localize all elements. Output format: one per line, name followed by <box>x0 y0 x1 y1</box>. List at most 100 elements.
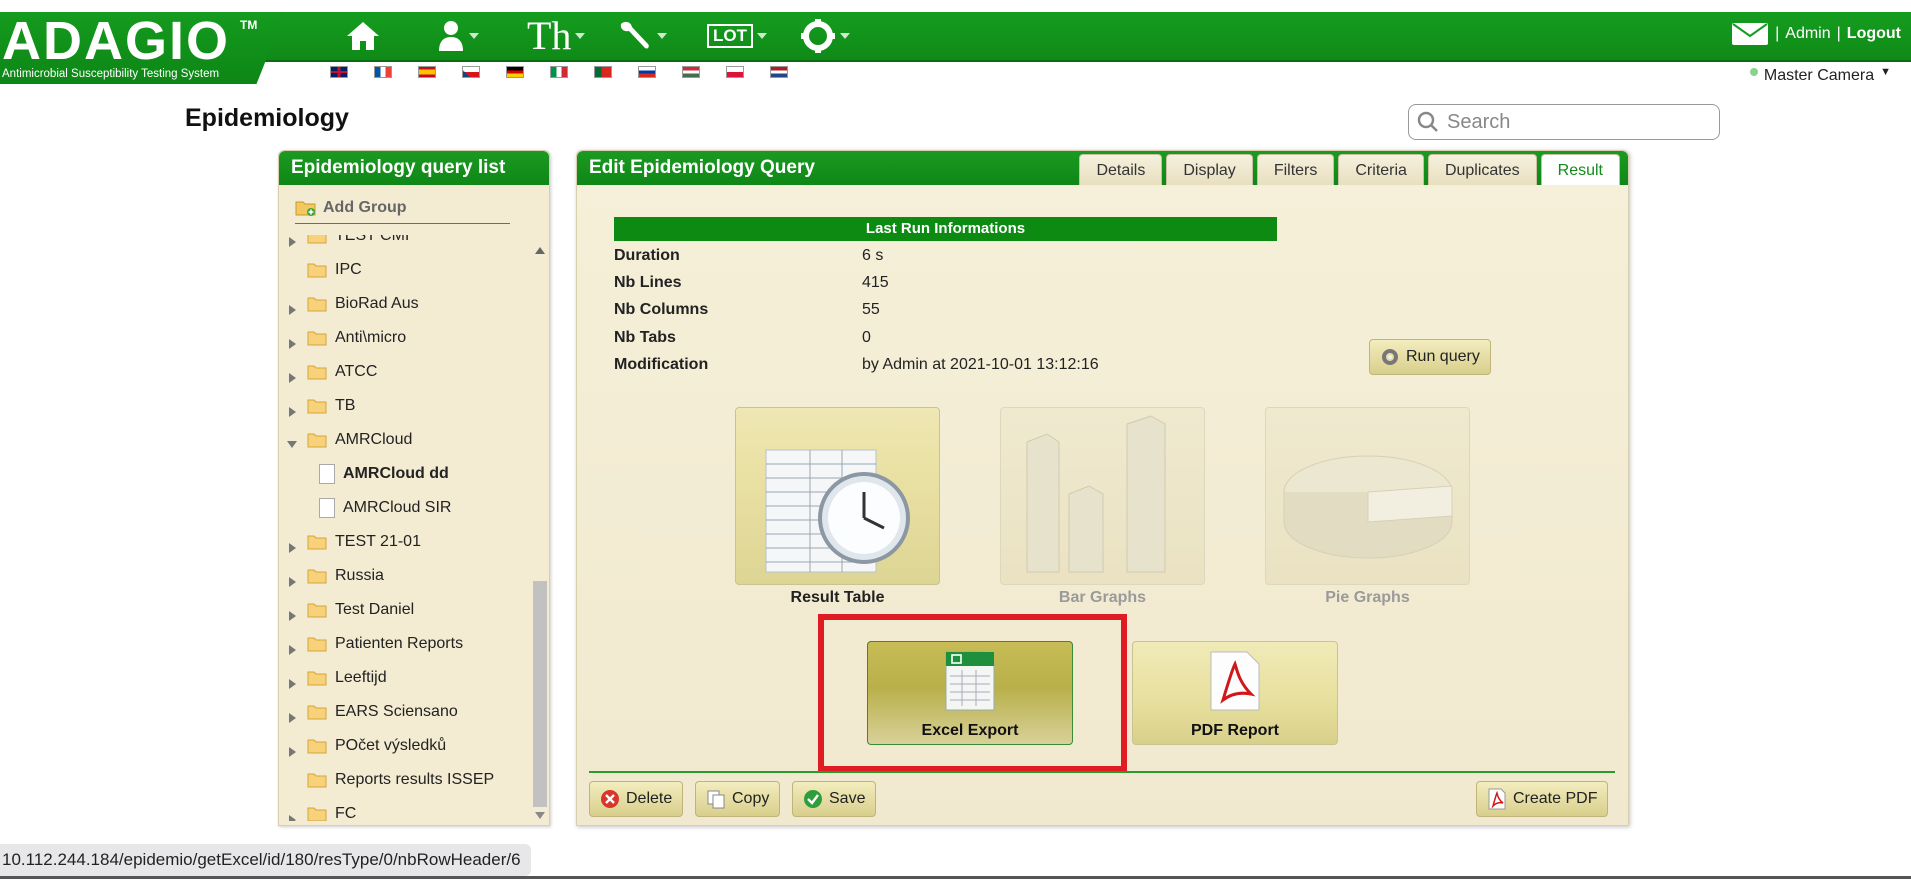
chevron-down-icon <box>469 33 479 39</box>
tree-item-label: Test Daniel <box>335 601 415 618</box>
expand-arrow-icon[interactable] <box>285 395 299 417</box>
tree-item-query[interactable]: AMRCloud dd <box>279 461 449 487</box>
lot-menu[interactable]: LOT <box>707 16 767 56</box>
scroll-up-arrow-icon[interactable] <box>535 247 545 254</box>
tree-item-query[interactable]: AMRCloud SIR <box>279 495 451 521</box>
flag-cz-icon[interactable] <box>462 66 480 78</box>
tree-item-folder[interactable]: Test Daniel <box>279 597 414 623</box>
tree-item-label: BioRad Aus <box>335 295 419 312</box>
flag-hu-icon[interactable] <box>682 66 700 78</box>
logo[interactable]: ADAGIO TM Antimicrobial Susceptibility T… <box>0 12 285 84</box>
result-table-tile[interactable] <box>735 407 940 585</box>
add-group-button[interactable]: Add Group <box>295 199 510 224</box>
scroll-down-arrow-icon[interactable] <box>535 812 545 819</box>
flag-uk-icon[interactable] <box>330 66 348 78</box>
home-icon[interactable] <box>345 16 381 56</box>
flag-ru-icon[interactable] <box>638 66 656 78</box>
tree-item-folder[interactable]: Leeftijd <box>279 665 387 691</box>
tree-item-folder[interactable]: FC <box>279 801 356 821</box>
tree-item-folder[interactable]: Russia <box>279 563 384 589</box>
camera-label: Master Camera <box>1763 67 1875 84</box>
tree-item-folder[interactable]: AMRCloud <box>279 427 412 453</box>
expand-arrow-icon[interactable] <box>285 531 299 553</box>
expand-arrow-icon[interactable] <box>285 633 299 655</box>
tree-item-folder[interactable]: TEST 21-01 <box>279 529 421 555</box>
search-box[interactable] <box>1408 104 1720 140</box>
tree-item-folder[interactable]: Reports results ISSEP <box>279 767 494 793</box>
folder-icon <box>307 568 327 584</box>
chevron-down-icon: ▼ <box>1880 66 1891 78</box>
expand-arrow-icon[interactable] <box>285 803 299 821</box>
tree-item-label: AMRCloud SIR <box>343 499 452 516</box>
expand-arrow-icon[interactable] <box>285 565 299 587</box>
expand-arrow-icon[interactable] <box>285 667 299 689</box>
tree-item-folder[interactable]: TB <box>279 393 355 419</box>
collapse-arrow-icon[interactable] <box>285 433 299 448</box>
tree-item-folder[interactable]: Anti\micro <box>279 325 406 351</box>
expand-arrow-icon[interactable] <box>285 293 299 315</box>
logo-subtitle: Antimicrobial Susceptibility Testing Sys… <box>2 68 220 80</box>
folder-icon <box>307 398 327 414</box>
pie-graphs-label: Pie Graphs <box>1325 589 1410 606</box>
tab-duplicates[interactable]: Duplicates <box>1427 154 1537 185</box>
info-value: 6 s <box>862 247 884 264</box>
expand-arrow-icon[interactable] <box>285 235 299 247</box>
tree-item-label: TEST 21-01 <box>335 533 421 550</box>
chevron-down-icon <box>757 33 767 39</box>
mail-icon[interactable] <box>1731 22 1769 46</box>
tree-item-folder[interactable]: BioRad Aus <box>279 291 419 317</box>
tab-display[interactable]: Display <box>1166 154 1253 185</box>
user-menu[interactable] <box>437 16 479 56</box>
flag-nl-icon[interactable] <box>770 66 788 78</box>
pdf-report-button[interactable]: PDF Report <box>1132 641 1338 745</box>
tree-item-folder[interactable]: POčet výsledků <box>279 733 446 759</box>
result-table-label[interactable]: Result Table <box>735 589 940 607</box>
expand-arrow-icon[interactable] <box>285 361 299 383</box>
expand-arrow-icon[interactable] <box>285 701 299 723</box>
admin-link[interactable]: Admin <box>1785 25 1830 43</box>
search-input[interactable] <box>1445 109 1709 135</box>
tab-result[interactable]: Result <box>1540 154 1620 185</box>
flag-de-icon[interactable] <box>506 66 524 78</box>
text-menu[interactable]: Th <box>527 16 586 56</box>
flag-it-icon[interactable] <box>550 66 568 78</box>
tree-item-folder[interactable]: IPC <box>279 257 362 283</box>
tree-item-folder[interactable]: EARS Sciensano <box>279 699 458 725</box>
settings-menu[interactable] <box>800 16 850 56</box>
logo-text: ADAGIO <box>2 11 230 71</box>
flag-es-icon[interactable] <box>418 66 436 78</box>
tree-item-folder[interactable]: TEST CMI <box>279 235 409 249</box>
lot-icon: LOT <box>707 24 753 48</box>
tools-menu[interactable] <box>617 16 667 56</box>
camera-selector[interactable]: Master Camera ▼ <box>1749 66 1891 85</box>
folder-add-icon <box>295 201 316 216</box>
logout-link[interactable]: Logout <box>1847 25 1901 43</box>
create-pdf-label: Create PDF <box>1513 790 1598 807</box>
delete-button[interactable]: Delete <box>589 781 684 817</box>
flag-pt-icon[interactable] <box>594 66 612 78</box>
tree-scrollbar[interactable] <box>531 241 549 821</box>
scroll-thumb[interactable] <box>533 581 547 807</box>
flag-pl-icon[interactable] <box>726 66 744 78</box>
create-pdf-button[interactable]: Create PDF <box>1476 781 1609 817</box>
info-value: 55 <box>862 301 880 318</box>
tab-details[interactable]: Details <box>1079 154 1163 185</box>
tree-item-label: TEST CMI <box>335 235 410 244</box>
tree-item-folder[interactable]: Patienten Reports <box>279 631 463 657</box>
tab-filters[interactable]: Filters <box>1256 154 1335 185</box>
expand-arrow-icon[interactable] <box>285 327 299 349</box>
pdf-icon <box>1488 788 1506 810</box>
expand-arrow-icon[interactable] <box>285 735 299 757</box>
copy-button[interactable]: Copy <box>695 781 781 817</box>
app-header: ADAGIO TM Antimicrobial Susceptibility T… <box>0 12 1911 84</box>
tree-item-label: Patienten Reports <box>335 635 464 652</box>
expand-arrow-icon[interactable] <box>285 599 299 621</box>
folder-icon <box>307 364 327 380</box>
tree-item-folder[interactable]: ATCC <box>279 359 377 385</box>
save-button[interactable]: Save <box>792 781 877 817</box>
flag-fr-icon[interactable] <box>374 66 392 78</box>
delete-icon <box>601 790 619 808</box>
run-query-button[interactable]: Run query <box>1369 339 1491 375</box>
tab-criteria[interactable]: Criteria <box>1338 154 1424 185</box>
folder-icon <box>307 670 327 686</box>
